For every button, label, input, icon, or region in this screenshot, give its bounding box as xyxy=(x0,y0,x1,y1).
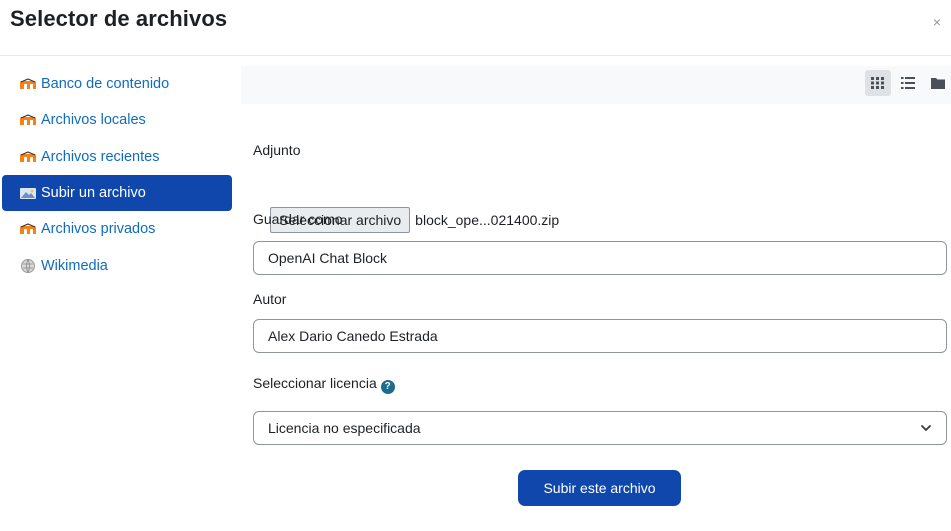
repository-sidebar: Banco de contenido Archivos locales Arch… xyxy=(0,66,232,284)
file-picker-content: Adjunto Seleccionar archivo block_ope...… xyxy=(241,66,951,531)
license-select[interactable]: Licencia no especificada xyxy=(253,411,947,445)
dialog-title: Selector de archivos xyxy=(10,6,228,31)
sidebar-item-label: Archivos locales xyxy=(41,112,146,129)
chosen-file-name: block_ope...021400.zip xyxy=(415,212,560,228)
wikimedia-icon xyxy=(19,258,37,274)
sidebar-item-label: Wikimedia xyxy=(41,257,108,274)
grid-icon xyxy=(871,77,884,89)
close-button[interactable]: × xyxy=(933,14,941,30)
view-toolbar xyxy=(241,66,951,102)
folder-icon xyxy=(931,78,945,89)
tree-view-button[interactable] xyxy=(925,70,951,96)
sidebar-item-wikimedia[interactable]: Wikimedia xyxy=(0,247,232,283)
sidebar-item-banco-de-contenido[interactable]: Banco de contenido xyxy=(0,66,232,102)
list-icon xyxy=(901,77,915,89)
sidebar-item-label: Subir un archivo xyxy=(41,185,146,202)
author-field[interactable]: Alex Dario Canedo Estrada xyxy=(253,319,947,353)
sidebar-item-label: Banco de contenido xyxy=(41,76,170,93)
author-label: Autor xyxy=(253,291,287,307)
save-as-label: Guardar como xyxy=(253,211,343,227)
icons-view-button[interactable] xyxy=(865,70,891,96)
moodle-icon xyxy=(19,112,37,128)
author-value: Alex Dario Canedo Estrada xyxy=(268,328,438,344)
sidebar-item-label: Archivos recientes xyxy=(41,148,160,165)
sidebar-item-label: Archivos privados xyxy=(41,221,156,238)
moodle-icon xyxy=(19,76,37,92)
list-view-button[interactable] xyxy=(895,70,921,96)
save-as-value: OpenAI Chat Block xyxy=(268,250,388,266)
help-icon[interactable]: ? xyxy=(380,379,395,394)
sidebar-item-subir-un-archivo[interactable]: Subir un archivo xyxy=(2,174,232,212)
sidebar-item-archivos-privados[interactable]: Archivos privados xyxy=(0,211,232,247)
upload-file-button[interactable]: Subir este archivo xyxy=(518,470,681,506)
license-label-row: Seleccionar licencia? xyxy=(253,375,395,394)
license-label: Seleccionar licencia xyxy=(253,375,377,391)
chevron-down-icon xyxy=(921,425,931,432)
moodle-icon xyxy=(19,149,37,165)
sidebar-item-archivos-locales[interactable]: Archivos locales xyxy=(0,102,232,138)
sidebar-item-archivos-recientes[interactable]: Archivos recientes xyxy=(0,139,232,175)
attachment-label: Adjunto xyxy=(253,142,301,158)
license-selected-value: Licencia no especificada xyxy=(268,420,421,436)
upload-form: Adjunto Seleccionar archivo block_ope...… xyxy=(241,104,951,531)
save-as-field[interactable]: OpenAI Chat Block xyxy=(253,241,947,275)
view-switcher xyxy=(865,70,951,96)
upload-icon xyxy=(19,185,37,201)
dialog-header: Selector de archivos × xyxy=(0,0,951,56)
moodle-icon xyxy=(19,221,37,237)
